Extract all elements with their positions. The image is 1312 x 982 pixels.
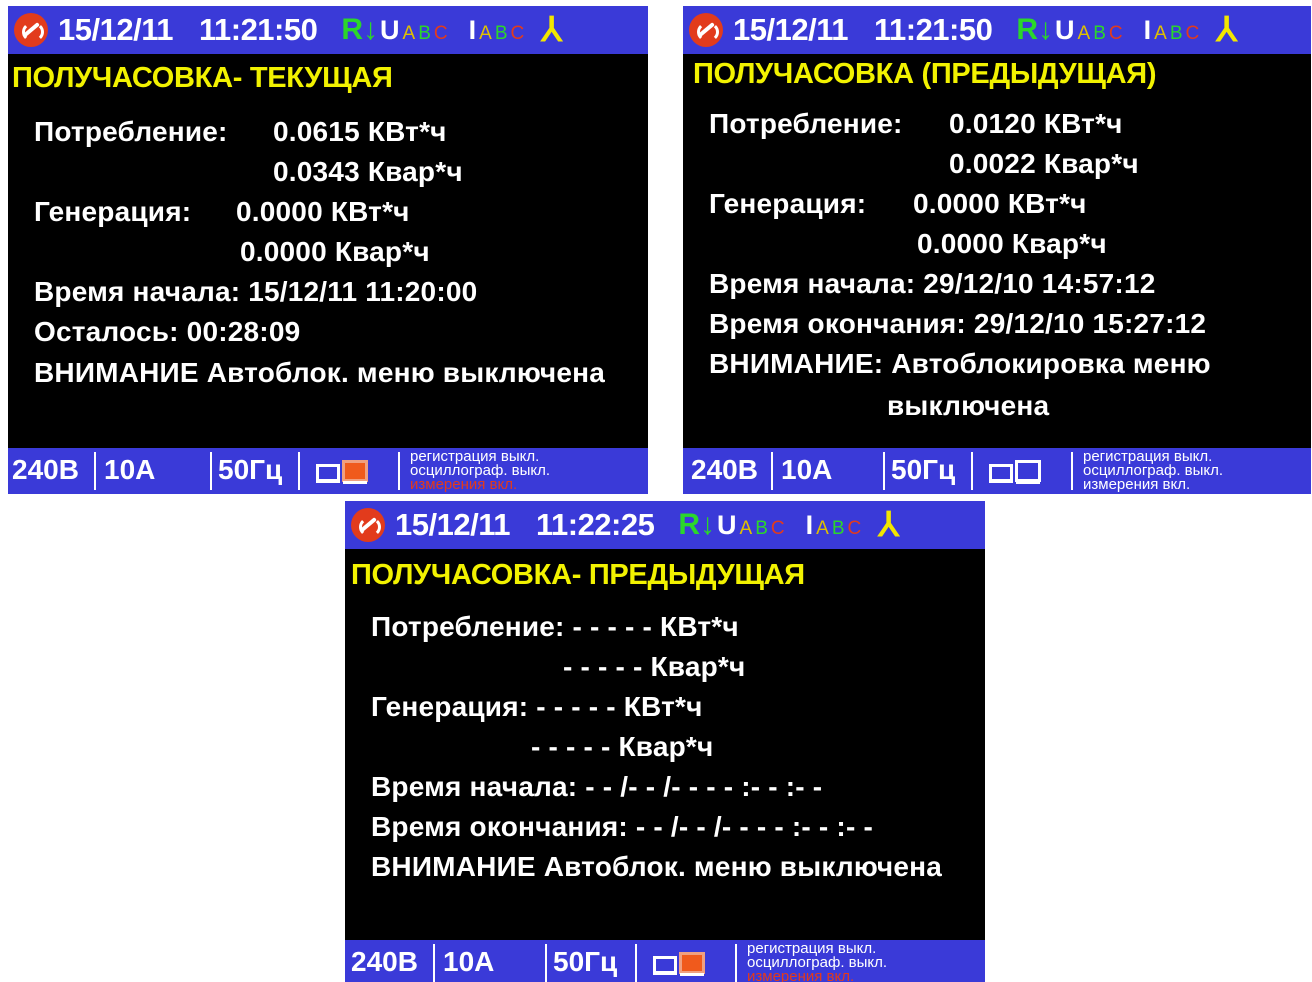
consumption-kwh: Потребление: - - - - - КВт*ч <box>371 611 739 642</box>
consumption-kwh: 0.0120 КВт*ч <box>949 108 1123 139</box>
page-title: ПОЛУЧАСОВКА- ТЕКУЩАЯ <box>12 62 393 94</box>
start-time: Время начала: - - /- - /- - - - :- - :- … <box>371 771 823 802</box>
relay-icon: R↓ <box>1016 13 1054 46</box>
generation-kvarh: 0.0000 Квар*ч <box>240 236 430 267</box>
screen-halfhour-current: 15/12/11 11:21:50 R↓ U ABC I ABC ⅄ ПОЛУЧ… <box>8 6 648 494</box>
current-phases: I ABC <box>1143 14 1203 45</box>
relay-icon: R↓ <box>341 13 379 46</box>
bottom-bar: 240В 10А 50Гц регистрация выкл. осциллог… <box>683 448 1311 494</box>
device-status: регистрация выкл. осциллограф. выкл. изм… <box>1083 448 1224 493</box>
status-bar: 15/12/11 11:21:50 R↓ U ABC I ABC ⅄ <box>8 6 648 54</box>
date: 15/12/11 <box>733 12 848 47</box>
star-connection-icon: ⅄ <box>878 506 900 544</box>
time: 11:21:50 <box>198 12 318 47</box>
generation-kwh: 0.0000 КВт*ч <box>236 196 410 227</box>
generation-kvarh: 0.0000 Квар*ч <box>917 228 1107 259</box>
pc-link-icon <box>989 460 1041 484</box>
current-range: 10А <box>443 946 495 977</box>
date: 15/12/11 <box>58 12 173 47</box>
date: 15/12/11 <box>395 507 510 542</box>
consumption-kvarh: 0.0022 Квар*ч <box>949 148 1139 179</box>
consumption-kwh: 0.0615 КВт*ч <box>273 116 447 147</box>
generation-kwh: Генерация: - - - - - КВт*ч <box>371 691 703 722</box>
voltage-phases: U ABC <box>1055 14 1126 45</box>
current-range: 10А <box>781 454 833 485</box>
generation-label: Генерация: <box>709 188 867 219</box>
status-bar: 15/12/11 11:21:50 R↓ U ABC I ABC ⅄ <box>683 6 1311 54</box>
generation-kvarh: - - - - - Квар*ч <box>531 731 714 762</box>
logo-icon <box>14 13 48 47</box>
page-title: ПОЛУЧАСОВКА- ПРЕДЫДУЩАЯ <box>351 559 805 591</box>
voltage-range: 240В <box>12 454 79 485</box>
logo-icon <box>689 13 723 47</box>
time-remaining: Осталось: 00:28:09 <box>34 316 301 347</box>
device-status: регистрация выкл. осциллограф. выкл. изм… <box>410 448 551 493</box>
start-time: Время начала: 15/12/11 11:20:00 <box>34 276 478 307</box>
time: 11:22:25 <box>535 507 655 542</box>
time: 11:21:50 <box>873 12 993 47</box>
end-time: Время окончания: - - /- - /- - - - :- - … <box>371 811 873 842</box>
screen-halfhour-previous-empty: 15/12/11 11:22:25 R↓ U ABC I ABC ⅄ ПОЛУЧ… <box>345 501 985 982</box>
warning-text: ВНИМАНИЕ: Автоблокировка меню <box>709 348 1211 379</box>
bottom-bar: 240В 10А 50Гц регистрация выкл. осциллог… <box>8 448 648 494</box>
voltage-phases: U ABC <box>717 509 788 540</box>
voltage-range: 240В <box>351 946 418 977</box>
pc-link-icon <box>653 952 705 976</box>
warning-text-cont: выключена <box>887 390 1050 421</box>
consumption-label: Потребление: <box>709 108 903 139</box>
voltage-phases: U ABC <box>380 14 451 45</box>
bottom-bar: 240В 10А 50Гц регистрация выкл. осциллог… <box>345 940 985 982</box>
warning-text: ВНИМАНИЕ Автоблок. меню выключена <box>371 851 943 882</box>
current-phases: I ABC <box>468 14 528 45</box>
current-phases: I ABC <box>805 509 865 540</box>
start-time: Время начала: 29/12/10 14:57:12 <box>709 268 1156 299</box>
warning-text: ВНИМАНИЕ Автоблок. меню выключена <box>34 357 606 388</box>
star-connection-icon: ⅄ <box>1216 11 1238 49</box>
generation-kwh: 0.0000 КВт*ч <box>913 188 1087 219</box>
voltage-range: 240В <box>691 454 758 485</box>
logo-icon <box>351 508 385 542</box>
relay-icon: R↓ <box>678 508 716 541</box>
current-range: 10А <box>104 454 156 485</box>
frequency: 50Гц <box>218 454 283 485</box>
star-connection-icon: ⅄ <box>541 11 563 49</box>
end-time: Время окончания: 29/12/10 15:27:12 <box>709 308 1207 339</box>
frequency: 50Гц <box>553 946 618 977</box>
pc-link-icon <box>316 460 368 484</box>
consumption-kvarh: - - - - - Квар*ч <box>563 651 746 682</box>
consumption-kvarh: 0.0343 Квар*ч <box>273 156 463 187</box>
status-bar: 15/12/11 11:22:25 R↓ U ABC I ABC ⅄ <box>345 501 985 549</box>
page-title: ПОЛУЧАСОВКА (ПРЕДЫДУЩАЯ) <box>693 58 1157 90</box>
screen-halfhour-previous: 15/12/11 11:21:50 R↓ U ABC I ABC ⅄ ПОЛУЧ… <box>683 6 1311 494</box>
generation-label: Генерация: <box>34 196 192 227</box>
consumption-label: Потребление: <box>34 116 228 147</box>
device-status: регистрация выкл. осциллограф. выкл. изм… <box>747 940 888 982</box>
frequency: 50Гц <box>891 454 956 485</box>
